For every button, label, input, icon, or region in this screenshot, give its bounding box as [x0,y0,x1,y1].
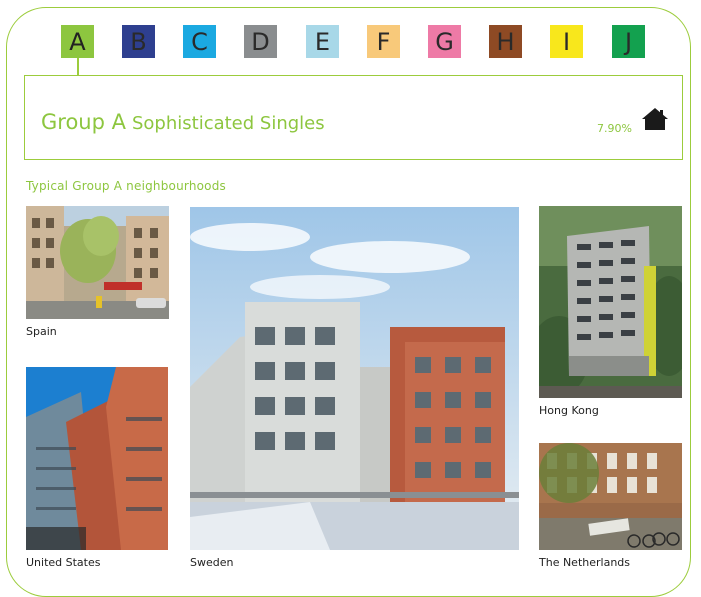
united-states-photo [26,367,168,550]
caption-netherlands: The Netherlands [539,556,631,569]
sweden-photo [190,207,519,550]
tab-c[interactable]: C [183,25,216,58]
hong-kong-photo [539,206,682,398]
tab-g[interactable]: G [428,25,461,58]
section-title: Typical Group A neighbourhoods [26,179,226,193]
group-name: Group A [41,110,126,134]
group-tabs: A B C D E F G H I J [0,25,701,61]
caption-united-states: United States [26,556,101,569]
page-title: Group A Sophisticated Singles [41,110,325,134]
tab-a[interactable]: A [61,25,94,58]
netherlands-photo [539,443,682,550]
tab-h[interactable]: H [489,25,522,58]
tab-b[interactable]: B [122,25,155,58]
tab-d[interactable]: D [244,25,277,58]
house-icon [642,108,668,130]
group-percentage: 7.90% [597,122,632,135]
active-tab-connector [77,58,79,76]
spain-photo [26,206,169,319]
caption-spain: Spain [26,325,57,338]
tab-f[interactable]: F [367,25,400,58]
caption-sweden: Sweden [190,556,234,569]
group-subtitle: Sophisticated Singles [131,113,325,134]
caption-hong-kong: Hong Kong [539,404,599,417]
tab-j[interactable]: J [612,25,645,58]
tab-i[interactable]: I [550,25,583,58]
group-header: Group A Sophisticated Singles 7.90% [24,75,683,160]
tab-e[interactable]: E [306,25,339,58]
